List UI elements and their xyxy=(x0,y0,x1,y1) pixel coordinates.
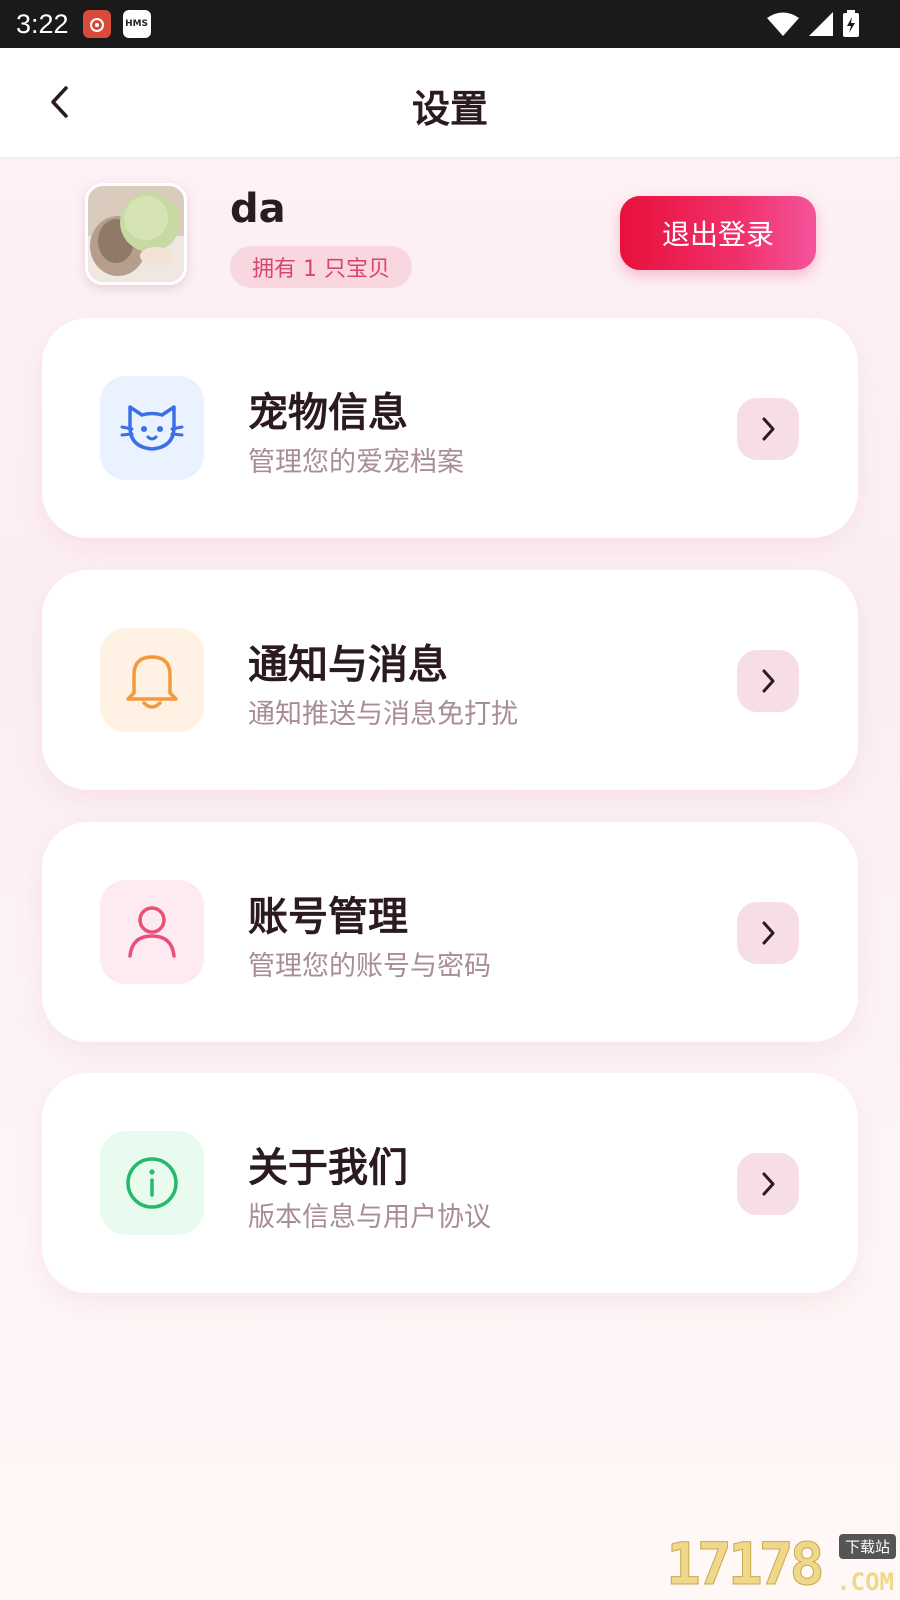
card-subtitle: 通知推送与消息免打扰 xyxy=(248,699,518,730)
profile-section: da 拥有 1 只宝贝 退出登录 xyxy=(0,158,900,308)
user-icon xyxy=(128,906,176,958)
card-title: 宠物信息 xyxy=(248,390,408,436)
card-icon-container xyxy=(100,376,204,480)
chevron-right-button[interactable] xyxy=(737,650,799,712)
chevron-right-button[interactable] xyxy=(737,1153,799,1215)
page-title: 设置 xyxy=(411,87,488,131)
signal-icon xyxy=(809,12,833,36)
bell-icon xyxy=(126,655,178,709)
card-subtitle: 管理您的账号与密码 xyxy=(248,951,491,982)
status-indicators xyxy=(766,0,860,48)
card-subtitle: 管理您的爱宠档案 xyxy=(248,447,464,478)
avatar[interactable] xyxy=(85,183,187,285)
site-watermark: 17178 下载站 .COM xyxy=(666,1530,896,1599)
card-title: 通知与消息 xyxy=(248,642,448,688)
card-subtitle: 版本信息与用户协议 xyxy=(248,1202,491,1233)
pet-count-badge: 拥有 1 只宝贝 xyxy=(230,246,412,288)
chevron-right-icon xyxy=(762,1172,775,1196)
menu-item-account[interactable]: 账号管理 管理您的账号与密码 xyxy=(42,822,858,1042)
cat-icon xyxy=(120,405,184,451)
status-time: 3:22 xyxy=(16,8,69,39)
card-icon-container xyxy=(100,880,204,984)
watermark-tag: 下载站 xyxy=(838,1534,896,1559)
chevron-right-icon xyxy=(762,417,775,441)
logout-button[interactable]: 退出登录 xyxy=(620,196,816,270)
weibo-icon xyxy=(82,10,111,38)
menu-item-pet-info[interactable]: 宠物信息 管理您的爱宠档案 xyxy=(42,318,858,538)
menu-item-about[interactable]: 关于我们 版本信息与用户协议 xyxy=(42,1073,858,1293)
card-title: 关于我们 xyxy=(248,1145,408,1191)
chevron-right-button[interactable] xyxy=(737,902,799,964)
card-title: 账号管理 xyxy=(248,894,408,940)
watermark-digits: 17178 xyxy=(666,1530,826,1599)
status-bar: 3:22 HMS xyxy=(0,0,900,48)
battery-charging-icon xyxy=(843,10,859,37)
menu-item-notifications[interactable]: 通知与消息 通知推送与消息免打扰 xyxy=(42,570,858,790)
wifi-icon xyxy=(767,12,799,36)
watermark-suffix: .COM xyxy=(836,1568,894,1596)
app-header: 设置 xyxy=(0,48,900,158)
card-icon-container xyxy=(100,628,204,732)
info-icon xyxy=(126,1157,178,1209)
chevron-right-button[interactable] xyxy=(737,398,799,460)
username: da xyxy=(230,186,286,232)
card-icon-container xyxy=(100,1131,204,1235)
chevron-right-icon xyxy=(762,669,775,693)
chevron-right-icon xyxy=(762,921,775,945)
hms-icon: HMS xyxy=(122,10,151,38)
